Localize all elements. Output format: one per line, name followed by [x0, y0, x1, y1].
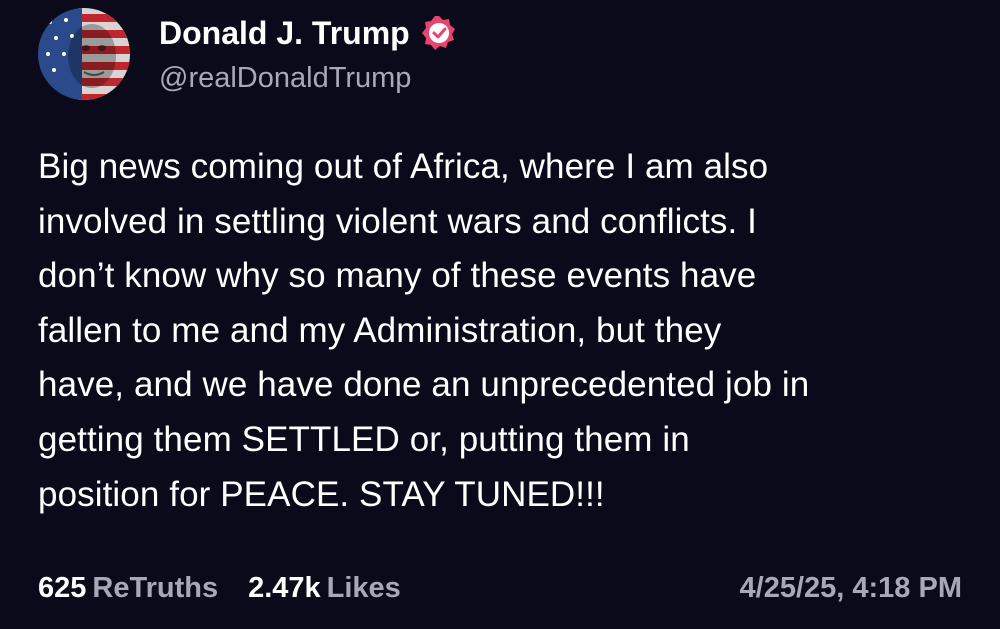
likes-count: 2.47k [248, 572, 321, 604]
retruths-count: 625 [38, 572, 87, 604]
avatar-flag-face-icon [38, 8, 130, 100]
verified-badge-icon [420, 14, 458, 52]
retruths-label: ReTruths [92, 572, 219, 604]
truth-post: Donald J. Trump @realDonaldTrump Big new… [0, 0, 1000, 629]
post-timestamp[interactable]: 4/25/25, 4:18 PM [740, 568, 962, 608]
author-display-name[interactable]: Donald J. Trump [159, 14, 410, 52]
retruths-stat[interactable]: 625 ReTruths [38, 568, 218, 608]
post-text: Big news coming out of Africa, where I a… [38, 147, 810, 514]
likes-stat[interactable]: 2.47k Likes [248, 568, 401, 608]
avatar[interactable] [38, 8, 130, 100]
likes-label: Likes [326, 572, 401, 604]
post-footer: 625 ReTruths 2.47k Likes 4/25/25, 4:18 PM [38, 568, 962, 608]
author-handle[interactable]: @realDonaldTrump [159, 60, 411, 96]
author-name-row[interactable]: Donald J. Trump [159, 14, 458, 52]
